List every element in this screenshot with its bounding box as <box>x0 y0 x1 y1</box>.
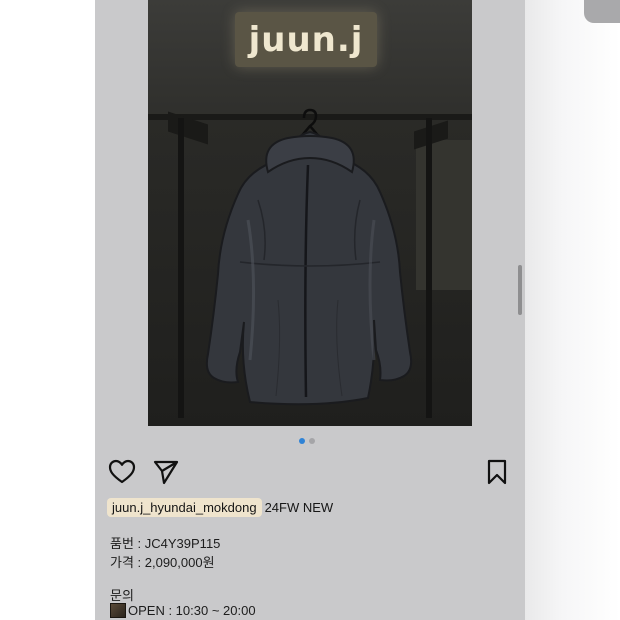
scroll-indicator[interactable] <box>518 265 522 315</box>
carousel-indicator <box>299 438 315 444</box>
caption-tag: 24FW NEW <box>264 499 334 515</box>
username-link[interactable]: juun.j_hyundai_mokdong <box>107 497 262 517</box>
heart-icon[interactable] <box>108 459 136 485</box>
jacket-image <box>205 108 413 406</box>
package-box-icon <box>110 603 126 618</box>
page-margin-right <box>525 0 620 620</box>
page-margin-left <box>0 0 95 620</box>
post-photo[interactable]: juun.j <box>148 0 472 426</box>
inquiry-label: 문의 <box>110 588 134 603</box>
paper-plane-icon[interactable] <box>152 459 180 485</box>
carousel-dot-active[interactable] <box>299 438 305 444</box>
corner-tab <box>584 0 620 23</box>
price: 가격 : 2,090,000원 <box>110 555 215 570</box>
product-number: 품번 : JC4Y39P115 <box>110 536 221 551</box>
open-hours-text: OPEN : 10:30 ~ 20:00 <box>128 603 256 618</box>
caption-first-line: juun.j_hyundai_mokdong 24FW NEW <box>107 496 333 518</box>
carousel-dot[interactable] <box>309 438 315 444</box>
open-hours: OPEN : 10:30 ~ 20:00 <box>110 603 256 618</box>
bookmark-icon[interactable] <box>486 459 508 485</box>
